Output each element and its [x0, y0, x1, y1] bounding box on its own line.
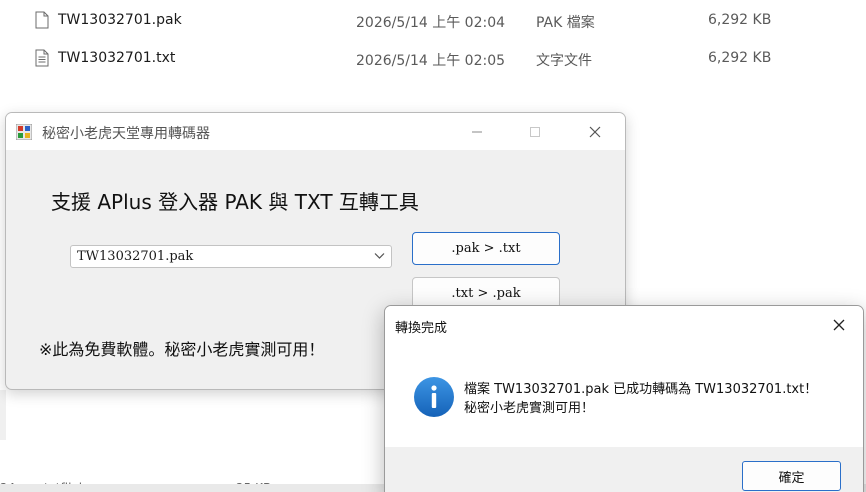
file-size: 6,292 KB: [708, 50, 772, 66]
file-size: 6,292 KB: [708, 12, 772, 28]
dialog-message-line2: 秘密小老虎實測可用！: [464, 401, 595, 416]
file-date: 2026/5/14 上午 02:05: [356, 53, 506, 69]
app-icon: [16, 124, 32, 140]
close-icon: [589, 126, 601, 137]
chevron-down-icon: [374, 253, 385, 259]
dialog-close-button[interactable]: [815, 306, 863, 344]
minimize-icon: [472, 131, 482, 132]
ok-button[interactable]: 確定: [742, 461, 841, 491]
dialog-message-line1: 檔案 TW13032701.pak 已成功轉碼為 TW13032701.txt！: [464, 382, 818, 397]
maximize-button[interactable]: [506, 113, 564, 150]
info-icon: [414, 377, 454, 417]
dialog-title: 轉換完成: [395, 321, 448, 336]
explorer-pane-edge: [0, 390, 6, 440]
dialog-content: 檔案 TW13032701.pak 已成功轉碼為 TW13032701.txt！…: [385, 344, 863, 447]
close-icon: [833, 319, 845, 331]
dialog-titlebar[interactable]: 轉換完成: [385, 306, 863, 344]
conversion-complete-dialog: 轉換完成 檔案 TW13032701.pak 已成功轉碼為 TW13032701…: [384, 305, 864, 492]
converter-title: 秘密小老虎天堂專用轉碼器: [42, 126, 210, 142]
maximize-icon: [530, 126, 540, 137]
minimize-button[interactable]: [448, 113, 506, 150]
file-row-pak[interactable]: TW13032701.pak 2026/5/14 上午 02:04 PAK 檔案…: [0, 3, 866, 39]
converter-titlebar[interactable]: 秘密小老虎天堂專用轉碼器: [6, 113, 625, 150]
file-type: PAK 檔案: [536, 15, 595, 31]
file-select-value: TW13032701.pak: [77, 249, 194, 264]
file-row-txt[interactable]: TW13032701.txt 2026/5/14 上午 02:05 文字文件 6…: [0, 41, 866, 77]
file-type: 文字文件: [536, 53, 592, 69]
file-name: TW13032701.pak: [58, 12, 182, 28]
close-button[interactable]: [566, 113, 624, 150]
blank-file-icon: [35, 11, 49, 29]
pak-to-txt-button[interactable]: .pak > .txt: [412, 232, 560, 265]
text-file-icon: [35, 49, 49, 67]
file-date: 2026/5/14 上午 02:04: [356, 15, 506, 31]
tool-heading: 支援 APlus 登入器 PAK 與 TXT 互轉工具: [51, 190, 419, 214]
file-select[interactable]: TW13032701.pak: [70, 245, 392, 268]
file-name: TW13032701.txt: [58, 50, 176, 66]
freeware-note: ※此為免費軟體。秘密小老虎實測可用！: [39, 340, 325, 359]
